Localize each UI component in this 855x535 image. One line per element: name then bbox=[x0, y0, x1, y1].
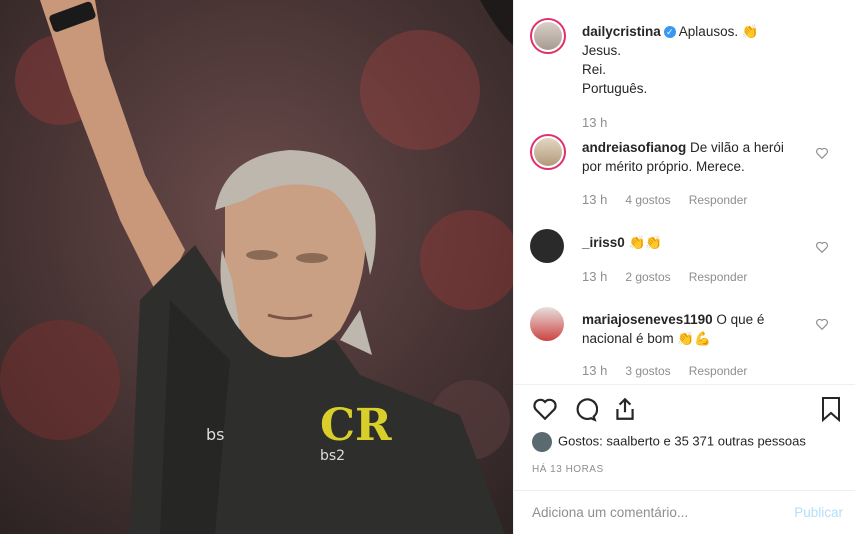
reply-button[interactable]: Responder bbox=[689, 364, 748, 378]
publish-button[interactable]: Publicar bbox=[794, 505, 843, 520]
post-photo[interactable]: CR bs bs2 bbox=[0, 0, 513, 534]
comment-like-heart-icon[interactable] bbox=[815, 317, 829, 331]
svg-text:bs2: bs2 bbox=[320, 448, 345, 464]
liker-avatar[interactable] bbox=[532, 432, 552, 452]
reply-button[interactable]: Responder bbox=[689, 270, 748, 284]
comment-like-heart-icon[interactable] bbox=[815, 146, 829, 160]
caption: dailycristina ✓ Aplausos. 👏 Jesus. Rei. Po… bbox=[582, 22, 832, 98]
comment-text: _iriss0 👏👏 bbox=[582, 233, 807, 252]
comment-time[interactable]: 13 h bbox=[582, 192, 607, 207]
comment-form: Adiciona um comentário... Publicar bbox=[514, 490, 855, 535]
comment-username[interactable]: _iriss0 bbox=[582, 235, 625, 250]
comment-time[interactable]: 13 h bbox=[582, 363, 607, 378]
bookmark-icon[interactable] bbox=[819, 396, 843, 422]
author-avatar[interactable] bbox=[530, 18, 566, 54]
share-icon[interactable] bbox=[612, 396, 638, 422]
caption-line-1: Aplausos. 👏 bbox=[678, 24, 759, 39]
svg-text:CR: CR bbox=[320, 400, 392, 451]
comment-likes[interactable]: 2 gostos bbox=[625, 270, 670, 284]
comment-text: andreiasofianog De vilão a herói por mér… bbox=[582, 138, 807, 176]
comment-likes[interactable]: 3 gostos bbox=[625, 364, 670, 378]
comment-likes[interactable]: 4 gostos bbox=[625, 193, 670, 207]
posted-time[interactable]: HÁ 13 HORAS bbox=[532, 464, 604, 475]
post-sidebar: dailycristina ✓ Aplausos. 👏 Jesus. Rei. Po… bbox=[513, 0, 855, 534]
verified-badge-icon: ✓ bbox=[663, 26, 676, 39]
comment-time[interactable]: 13 h bbox=[582, 269, 607, 284]
instagram-post: CR bs bs2 dailycristina ✓ Aplausos. 👏 Jesu… bbox=[0, 0, 855, 534]
author-username[interactable]: dailycristina bbox=[582, 24, 661, 39]
caption-line-3: Rei. bbox=[582, 62, 607, 77]
caption-time[interactable]: 13 h bbox=[582, 115, 607, 130]
comment-username[interactable]: mariajoseneves1190 bbox=[582, 312, 713, 327]
svg-text:bs: bs bbox=[206, 425, 225, 444]
comment-meta: 13 h 4 gostos Responder bbox=[582, 192, 765, 207]
caption-line-4: Português. bbox=[582, 81, 648, 96]
comment-avatar[interactable] bbox=[530, 134, 566, 170]
action-bar bbox=[532, 396, 842, 424]
comment-like-heart-icon[interactable] bbox=[815, 240, 829, 254]
comment-meta: 13 h 2 gostos Responder bbox=[582, 269, 765, 284]
comment-meta: 13 h 3 gostos Responder bbox=[582, 363, 765, 378]
comment-username[interactable]: andreiasofianog bbox=[582, 140, 686, 155]
caption-line-2: Jesus. bbox=[582, 43, 622, 58]
comment-body: 👏👏 bbox=[628, 235, 663, 250]
likes-summary: Gostos: saalberto e 35 371 outras pessoa… bbox=[532, 432, 806, 452]
comment-avatar[interactable] bbox=[530, 229, 564, 263]
comment-avatar[interactable] bbox=[530, 307, 564, 341]
like-heart-icon[interactable] bbox=[532, 396, 558, 422]
likes-text[interactable]: Gostos: saalberto e 35 371 outras pessoa… bbox=[558, 433, 806, 448]
photo-illustration: CR bs bs2 bbox=[0, 0, 513, 534]
reply-button[interactable]: Responder bbox=[689, 193, 748, 207]
comment-bubble-icon[interactable] bbox=[572, 396, 598, 422]
comment-input[interactable]: Adiciona um comentário... bbox=[532, 505, 688, 520]
divider bbox=[514, 384, 855, 385]
comment-text: mariajoseneves1190 O que é nacional é bo… bbox=[582, 310, 807, 348]
